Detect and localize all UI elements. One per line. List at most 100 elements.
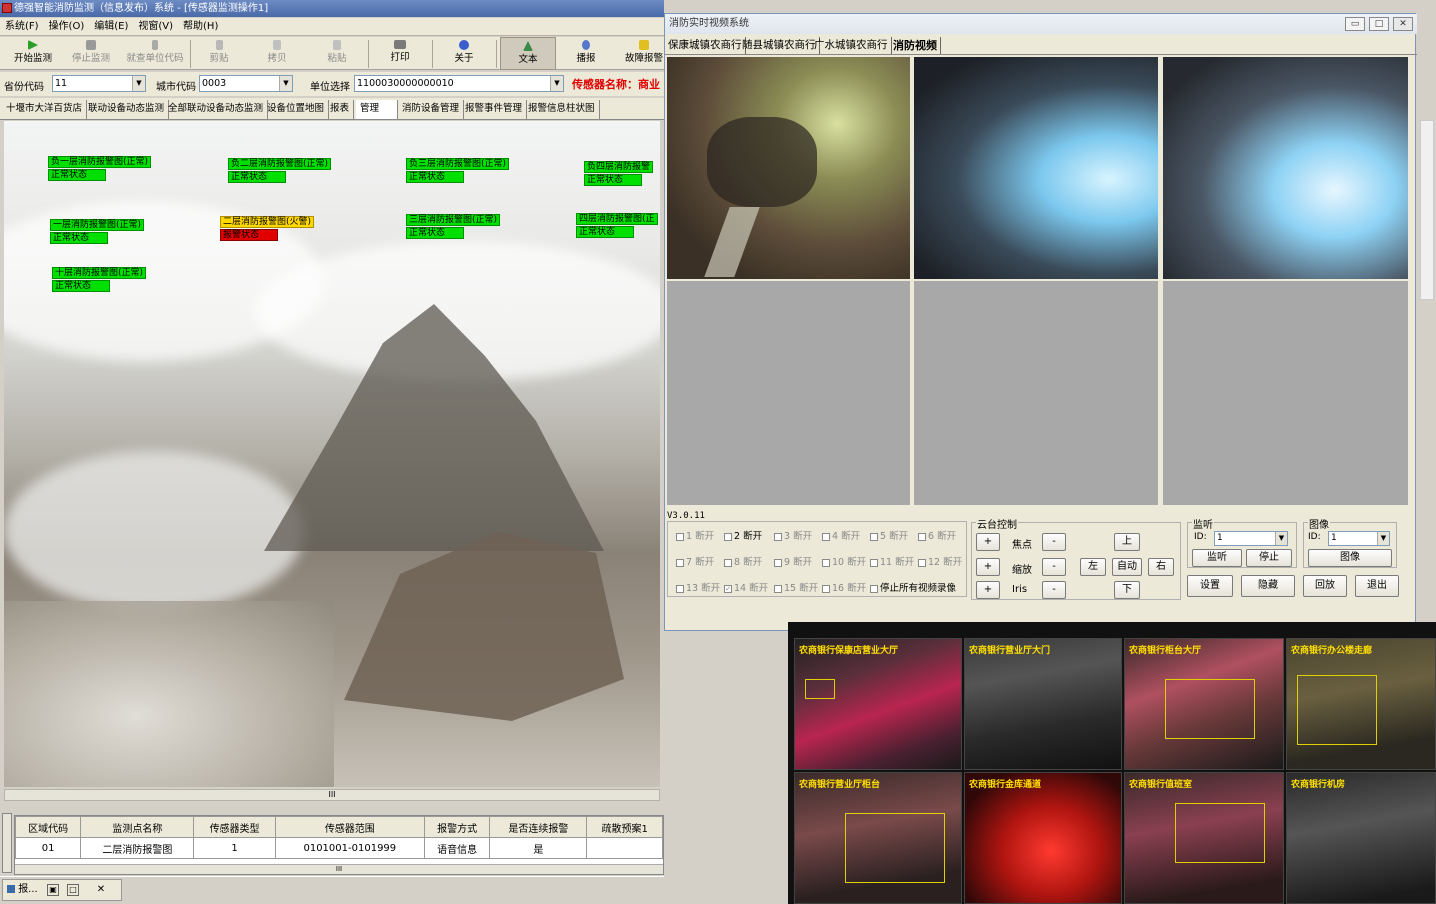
tab-guangshui-bank[interactable]: 广水城镇农商行 bbox=[811, 37, 892, 54]
column-header[interactable]: 传感器类型 bbox=[193, 816, 276, 838]
channel-checkbox[interactable]: 10 断开 bbox=[822, 554, 866, 568]
restore-icon[interactable]: ▣ bbox=[47, 884, 59, 896]
channel-checkbox[interactable]: 16 断开 bbox=[822, 580, 866, 594]
start-monitor-button[interactable]: 开始监测 bbox=[10, 37, 56, 70]
channel-checkbox[interactable]: 7 断开 bbox=[676, 554, 714, 568]
channel-checkbox[interactable]: 9 断开 bbox=[774, 554, 812, 568]
ptz-up-button[interactable]: 上 bbox=[1114, 533, 1140, 551]
exit-button[interactable]: 退出 bbox=[1355, 575, 1399, 597]
minimized-window[interactable]: 报... ▣ □ ✕ bbox=[2, 879, 122, 901]
channel-checkbox[interactable]: 3 断开 bbox=[774, 528, 812, 542]
iris-plus-button[interactable]: + bbox=[976, 581, 1000, 599]
video-channel-2[interactable] bbox=[914, 57, 1158, 279]
audio-id-select[interactable]: 1 ▼ bbox=[1214, 531, 1288, 546]
video-channel-empty[interactable] bbox=[914, 281, 1158, 505]
column-header[interactable]: 监测点名称 bbox=[80, 816, 195, 838]
zoom-plus-button[interactable]: + bbox=[976, 558, 1000, 576]
alarm-point[interactable]: 负二层消防报警图(正常) 正常状态 bbox=[228, 158, 332, 183]
tab-store[interactable]: 十堰市大洋百货店 bbox=[2, 100, 88, 119]
channel-checkbox[interactable]: ✓ 14 断开 bbox=[724, 580, 768, 594]
text-button[interactable]: 文本 bbox=[500, 37, 556, 70]
close-icon[interactable]: ✕ bbox=[95, 884, 107, 896]
alarm-point[interactable]: 三层消防报警图(正常) 正常状态 bbox=[406, 214, 501, 239]
focus-plus-button[interactable]: + bbox=[976, 533, 1000, 551]
grid-horizontal-scrollbar[interactable]: III bbox=[15, 864, 663, 874]
tab-alarm-bar-chart[interactable]: 报警信息柱状图 bbox=[524, 100, 600, 119]
tab-alarm-event-manage[interactable]: 报警事件管理 bbox=[461, 100, 528, 119]
minimize-icon[interactable]: ▭ bbox=[1345, 17, 1365, 31]
city-code-select[interactable]: 0003 ▼ bbox=[199, 75, 293, 92]
video-channel-3[interactable] bbox=[1163, 57, 1408, 279]
ptz-down-button[interactable]: 下 bbox=[1114, 581, 1140, 599]
focus-minus-button[interactable]: - bbox=[1042, 533, 1066, 551]
video-channel-empty[interactable] bbox=[1163, 281, 1408, 505]
broadcast-button[interactable]: 播报 bbox=[566, 37, 606, 70]
capture-image-button[interactable]: 图像 bbox=[1308, 549, 1392, 567]
alarm-point[interactable]: 一层消防报警图(正常) 正常状态 bbox=[50, 219, 145, 244]
menu-operate[interactable]: 操作(O) bbox=[44, 21, 90, 32]
tab-baokang-bank[interactable]: 保康城镇农商行 bbox=[665, 37, 746, 54]
ptz-right-button[interactable]: 右 bbox=[1148, 558, 1174, 576]
listen-button[interactable]: 监听 bbox=[1192, 549, 1242, 567]
alarm-point[interactable]: 负三层消防报警图(正常) 正常状态 bbox=[406, 158, 510, 183]
fault-alarm-button[interactable]: 故障报警 bbox=[624, 37, 664, 70]
zoom-minus-button[interactable]: - bbox=[1042, 558, 1066, 576]
alarm-point[interactable]: 负四层消防报警 正常状态 bbox=[584, 161, 654, 186]
iris-minus-button[interactable]: - bbox=[1042, 581, 1066, 599]
video-channel-empty[interactable] bbox=[667, 281, 910, 505]
maximize-icon[interactable]: □ bbox=[67, 884, 79, 896]
video-channel-1[interactable] bbox=[667, 57, 910, 279]
channel-checkbox[interactable]: 8 断开 bbox=[724, 554, 762, 568]
channel-checkbox[interactable]: 13 断开 bbox=[676, 580, 720, 594]
close-icon[interactable]: ✕ bbox=[1393, 17, 1413, 31]
stop-all-recording-checkbox[interactable]: 停止所有视频录像 bbox=[870, 580, 956, 594]
column-header[interactable]: 疏散预案1 bbox=[586, 816, 663, 838]
settings-button[interactable]: 设置 bbox=[1187, 575, 1233, 597]
table-row[interactable]: 01 二层消防报警图 1 0101001-0101999 语音信息 是 bbox=[14, 837, 663, 859]
channel-checkbox[interactable]: 12 断开 bbox=[918, 554, 962, 568]
hide-button[interactable]: 隐藏 bbox=[1241, 575, 1295, 597]
paste-button[interactable]: 粘贴 bbox=[318, 37, 356, 70]
menu-edit[interactable]: 编辑(E) bbox=[89, 21, 133, 32]
channel-checkbox[interactable]: 11 断开 bbox=[870, 554, 914, 568]
background-vertical-scrollbar[interactable] bbox=[1420, 120, 1434, 300]
stop-listen-button[interactable]: 停止 bbox=[1246, 549, 1292, 567]
column-header[interactable]: 报警方式 bbox=[423, 816, 491, 838]
ptz-auto-button[interactable]: 自动 bbox=[1112, 558, 1142, 576]
maximize-icon[interactable]: □ bbox=[1369, 17, 1389, 31]
query-unit-code-button[interactable]: 就查单位代码 bbox=[124, 37, 186, 70]
channel-checkbox[interactable]: 2 断开 bbox=[724, 528, 762, 542]
menu-system[interactable]: 系统(F) bbox=[0, 21, 44, 32]
cut-button[interactable]: 剪贴 bbox=[200, 37, 238, 70]
unit-select[interactable]: 1100030000000010 ▼ bbox=[354, 75, 564, 92]
tab-linkage-monitor[interactable]: 联动设备动态监测 bbox=[84, 100, 170, 119]
tab-all-linkage-monitor[interactable]: 全部联动设备动态监测 bbox=[164, 100, 269, 119]
menu-view[interactable]: 视窗(V) bbox=[133, 21, 178, 32]
province-code-select[interactable]: 11 ▼ bbox=[52, 75, 146, 92]
menu-help[interactable]: 帮助(H) bbox=[178, 21, 223, 32]
print-button[interactable]: 打印 bbox=[380, 37, 420, 70]
tab-suixian-bank[interactable]: 随县城镇农商行 bbox=[739, 37, 820, 54]
playback-button[interactable]: 回放 bbox=[1303, 575, 1347, 597]
ptz-left-button[interactable]: 左 bbox=[1080, 558, 1106, 576]
channel-checkbox[interactable]: 6 断开 bbox=[918, 528, 956, 542]
alarm-point[interactable]: 负一层消防报警图(正常) 正常状态 bbox=[48, 156, 152, 181]
copy-button[interactable]: 拷贝 bbox=[258, 37, 296, 70]
channel-checkbox[interactable]: 1 断开 bbox=[676, 528, 714, 542]
tab-fire-device-manage[interactable]: 消防设备管理 bbox=[398, 100, 465, 119]
tab-manage[interactable]: 管理 bbox=[356, 100, 398, 119]
stop-monitor-button[interactable]: 停止监测 bbox=[68, 37, 114, 70]
alarm-point[interactable]: 四层消防报警图(正 正常状态 bbox=[576, 213, 658, 238]
map-horizontal-scrollbar[interactable]: III bbox=[4, 789, 660, 801]
channel-checkbox[interactable]: 5 断开 bbox=[870, 528, 908, 542]
tab-fire-video[interactable]: 消防视频 bbox=[887, 37, 941, 54]
column-header[interactable]: 区域代码 bbox=[14, 816, 82, 838]
tab-report[interactable]: 报表 bbox=[326, 100, 355, 119]
channel-checkbox[interactable]: 15 断开 bbox=[774, 580, 818, 594]
tab-device-map[interactable]: 设备位置地图 bbox=[263, 100, 330, 119]
about-button[interactable]: 关于 bbox=[444, 37, 484, 70]
column-header[interactable]: 是否连续报警 bbox=[489, 816, 588, 838]
image-id-select[interactable]: 1 ▼ bbox=[1328, 531, 1390, 546]
alarm-point-fire[interactable]: 二层消防报警图(火警) 报警状态 bbox=[220, 216, 315, 241]
channel-checkbox[interactable]: 4 断开 bbox=[822, 528, 860, 542]
